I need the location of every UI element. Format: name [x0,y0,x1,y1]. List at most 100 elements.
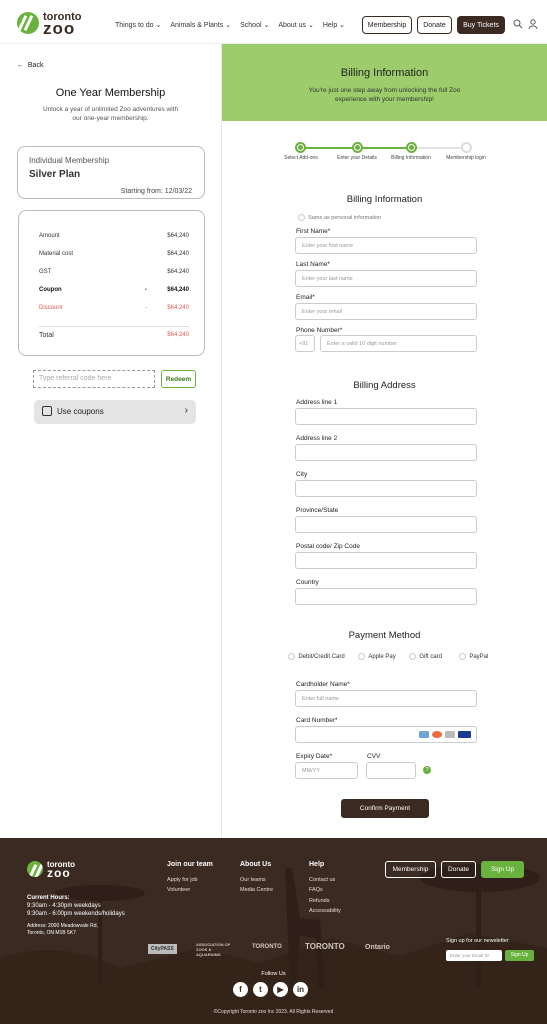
coupon-icon [42,406,52,416]
redeem-button[interactable]: Redeem [161,370,196,388]
billing-info-title: Billing Information [346,194,423,205]
hours-weekends: 9:30am - 6:00pm weekends/holidays [27,911,125,917]
phone-input[interactable]: Enter a valid 10 digit number [320,335,477,352]
twitter-icon[interactable]: t [253,982,268,997]
help-column: Help Contact us FAQs Refunds Accessabili… [309,860,341,917]
address2-input[interactable] [295,444,477,461]
footer-link-apply[interactable]: Apply for job [167,875,213,886]
chevron-down-icon: ⌄ [339,22,346,29]
cvv-label: CVV [367,753,381,760]
expiry-label: Expiry Date* [296,753,333,760]
newsletter-email-input[interactable]: Enter your Email ID [446,950,502,961]
postal-input[interactable] [295,552,477,569]
menu-school[interactable]: School ⌄ [240,21,269,29]
logo-text-bottom: zoo [43,19,76,38]
country-input[interactable] [295,588,477,605]
card-number-input[interactable] [295,726,477,743]
back-link[interactable]: ← Back [17,62,43,69]
last-name-input[interactable]: Enter your last name [295,270,477,287]
expiry-input[interactable]: MM/YY [295,762,358,779]
method-gift-card-radio[interactable]: Gift card [409,653,442,660]
footer-donate-button[interactable]: Donate [441,861,476,878]
same-as-personal-radio[interactable]: Same as personal information [298,214,381,221]
chevron-down-icon: ⌄ [263,22,270,29]
join-title: Join our team [167,861,213,868]
method-paypal-radio[interactable]: PayPal [459,653,488,660]
help-icon[interactable]: ? [423,766,431,774]
search-icon[interactable] [513,19,523,32]
first-name-label: First Name* [296,228,331,235]
footer-membership-button[interactable]: Membership [385,861,436,878]
method-card-radio[interactable]: Debit/Credit Card [288,653,345,660]
user-icon[interactable] [528,19,538,32]
cardholder-input[interactable]: Enter full name [295,690,477,707]
footer-link-contact[interactable]: Contact us [309,875,341,886]
email-input[interactable]: Enter your email [295,303,477,320]
step-4-label: Membership login [446,155,486,161]
chevron-down-icon: ⌄ [225,22,232,29]
province-input[interactable] [295,516,477,533]
footer-link-teams[interactable]: Our teams [240,875,273,886]
newsletter-signup-button[interactable]: Sign Up [505,950,534,961]
page-title: One Year Membership [55,87,166,99]
address1-input[interactable] [295,408,477,425]
menu-things-to-do[interactable]: Things to do ⌄ [115,21,161,29]
use-coupons-button[interactable]: Use coupons › [34,400,196,424]
site-footer: toronto zoo Current Hours: 9:30am - 4:30… [0,838,547,1024]
menu-animals-plants[interactable]: Animals & Plants ⌄ [170,21,231,29]
material-row: Material cost $64,240 [39,251,189,257]
chevron-down-icon: ⌄ [155,22,162,29]
address2-label: Address line 2 [296,435,338,442]
banner-subtitle: You're just one step away from unlocking… [308,87,461,103]
help-title: Help [309,861,325,868]
youtube-icon[interactable]: ▶ [273,982,288,997]
donate-button[interactable]: Donate [417,16,452,34]
banner-title: Billing Information [340,67,429,79]
confirm-payment-button[interactable]: Confirm Payment [341,799,429,818]
coupon-row: Coupon - $64,240 [39,287,189,293]
toronto-zoo-logo[interactable]: toronto zoo [17,11,81,38]
total-row: Total $64,240 [39,332,189,339]
menu-about-us[interactable]: About us ⌄ [278,21,313,29]
main-menu: Things to do ⌄ Animals & Plants ⌄ School… [115,21,345,29]
cvv-input[interactable] [366,762,416,779]
footer-logo[interactable]: toronto zoo [27,860,75,879]
progress-stepper: Select Add-ons Enter your Details Billin… [222,139,547,169]
hours-block: Current Hours: 9:30am - 4:30pm weekdays … [27,894,125,937]
billing-panel: Billing Information You're just one step… [222,44,547,838]
social-links: f t ▶ in [233,982,308,997]
partner-aza: ASSOCIATION OF ZOOS & AQUARIUMS [196,942,231,957]
membership-button[interactable]: Membership [362,16,412,34]
first-name-input[interactable]: Enter your first name [295,237,477,254]
footer-link-media[interactable]: Media Centre [240,885,273,896]
card-number-label: Card Number* [296,717,338,724]
partner-toronto-1: TORONTO [252,944,282,950]
footer-link-volunteer[interactable]: Volunteer [167,885,213,896]
buy-tickets-button[interactable]: Buy Tickets [457,16,505,34]
footer-link-accessability[interactable]: Accessability [309,906,341,917]
footer-link-refunds[interactable]: Refunds [309,896,341,907]
footer-link-faqs[interactable]: FAQs [309,885,341,896]
amount-row: Amount $64,240 [39,233,189,239]
payment-method-title: Payment Method [348,630,421,641]
chevron-right-icon: › [184,405,188,416]
method-apple-pay-radio[interactable]: Apple Pay [358,653,396,660]
radio-icon [298,214,305,221]
last-name-label: Last Name* [296,261,330,268]
facebook-icon[interactable]: f [233,982,248,997]
step-3-dot [406,142,417,153]
radio-icon [459,653,466,660]
footer-signup-button[interactable]: Sign Up [481,861,524,878]
phone-country-code[interactable]: +91 [295,335,315,352]
postal-label: Postal code/ Zip Code [296,543,360,550]
province-label: Province/State [296,507,339,514]
zoo-logo-icon [27,861,43,877]
use-coupons-label: Use coupons [57,407,104,416]
gst-row: GST $64,240 [39,269,189,275]
menu-help[interactable]: Help ⌄ [323,21,345,29]
city-input[interactable] [295,480,477,497]
billing-address-title: Billing Address [353,380,416,391]
referral-code-input[interactable]: Type referral code here [33,370,155,388]
linkedin-icon[interactable]: in [293,982,308,997]
about-column: About Us Our teams Media Centre [240,860,273,896]
